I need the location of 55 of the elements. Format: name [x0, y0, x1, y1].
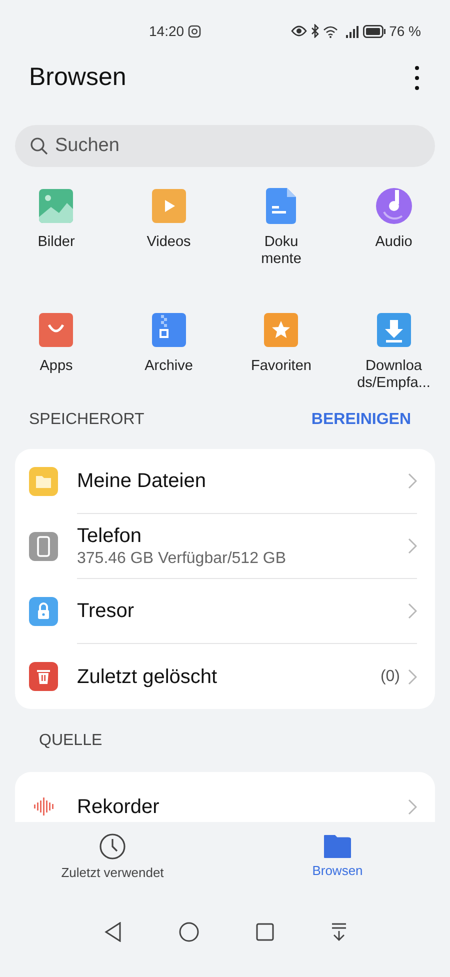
status-time: 14:20	[149, 22, 184, 40]
wifi-icon	[323, 24, 338, 38]
chevron-right-icon	[408, 798, 417, 814]
shopping-bag-icon	[39, 313, 74, 347]
category-tile[interactable]: Videos	[112, 186, 225, 292]
list-item[interactable]: Zuletzt gelöscht (0)	[15, 644, 435, 709]
battery-icon	[363, 24, 386, 38]
back-icon[interactable]	[104, 922, 122, 942]
item-count: (0)	[380, 666, 400, 686]
category-tile[interactable]: Bilder	[0, 186, 112, 292]
search-field[interactable]: Suchen	[15, 125, 435, 167]
search-input[interactable]: Suchen	[55, 132, 435, 160]
chevron-right-icon	[408, 603, 417, 619]
bottom-tab[interactable]: Browsen	[225, 827, 450, 881]
phone-icon	[29, 532, 58, 561]
item-subtitle: 375.46 GB Verfügbar/512 GB	[77, 549, 288, 569]
section-header: QUELLE	[38, 731, 104, 751]
notification-pull-icon[interactable]	[330, 922, 346, 940]
recents-icon[interactable]	[256, 922, 274, 940]
list-item[interactable]: Telefon 375.46 GB Verfügbar/512 GB	[15, 514, 435, 579]
battery-percent: 76 %	[389, 22, 421, 40]
download-icon	[376, 313, 411, 347]
home-icon[interactable]	[178, 922, 198, 942]
list-item[interactable]: Rekorder	[15, 774, 435, 822]
clean-up-link[interactable]: BEREINIGEN	[311, 408, 411, 432]
signal-icon	[345, 24, 360, 38]
search-icon	[30, 137, 48, 155]
folder-icon	[29, 467, 58, 496]
item-title: Zuletzt gelöscht	[77, 664, 218, 690]
item-title: Tresor	[77, 599, 136, 624]
list-item[interactable]: Tresor	[15, 579, 435, 644]
list-item[interactable]: Meine Dateien	[15, 449, 435, 514]
section-header: SPEICHERORT	[29, 410, 146, 430]
clock-icon	[99, 833, 126, 860]
music-disc-icon	[376, 188, 412, 224]
folder-icon	[324, 835, 351, 858]
trash-icon	[29, 662, 58, 691]
chevron-right-icon	[408, 668, 417, 684]
document-icon	[266, 188, 296, 224]
item-title: Meine Dateien	[77, 469, 207, 494]
zip-archive-icon	[152, 313, 186, 347]
item-title: Rekorder	[77, 794, 160, 820]
image-icon	[39, 189, 74, 223]
camera-icon	[188, 24, 202, 38]
category-tile[interactable]: Audio	[338, 186, 450, 292]
item-title: Telefon	[77, 524, 142, 549]
bottom-tab[interactable]: Zuletzt verwendet	[0, 825, 225, 883]
page-title: Browsen	[29, 62, 128, 94]
eye-icon	[291, 25, 308, 37]
lock-icon	[29, 597, 58, 626]
chevron-right-icon	[408, 538, 417, 554]
video-icon	[152, 189, 186, 223]
category-tile[interactable]: Doku mente	[225, 186, 338, 292]
chevron-right-icon	[408, 473, 417, 489]
bluetooth-icon	[310, 24, 320, 38]
